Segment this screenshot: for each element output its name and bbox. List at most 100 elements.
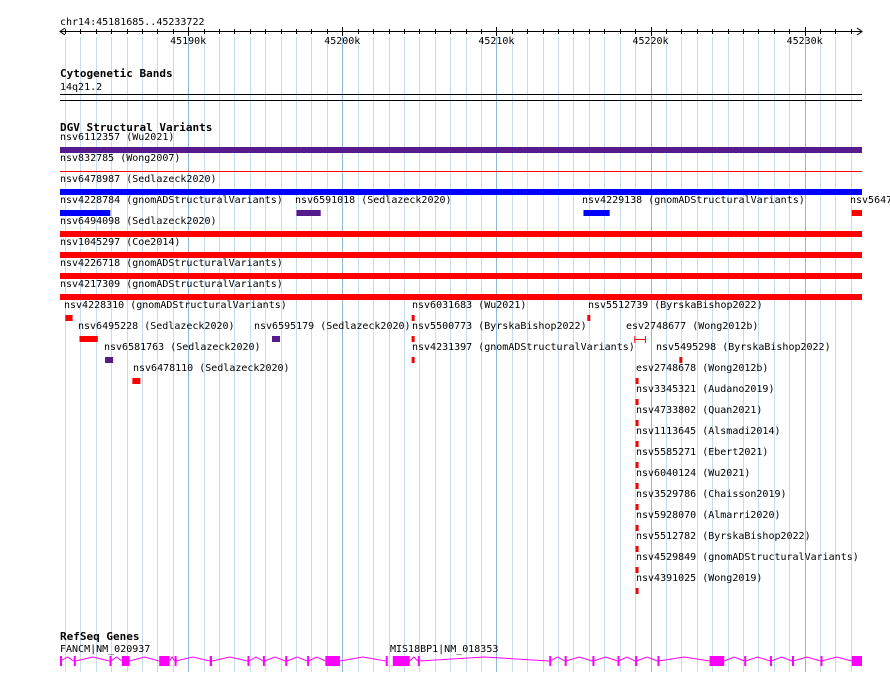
dgv-feature-glyph <box>411 357 415 363</box>
dgv-feature-nsv3345321-audano2019[interactable]: nsv3345321 (Audano2019) <box>635 384 775 405</box>
dgv-feature-nsv832785-wong2007[interactable]: nsv832785 (Wong2007) <box>60 153 862 172</box>
dgv-feature-label: nsv6581763 (Sedlazeck2020) <box>104 342 261 353</box>
dgv-feature-nsv4231397-gnomadstructuralvariants[interactable]: nsv4231397 (gnomADStructuralVariants) <box>411 342 635 363</box>
dgv-feature-nsv6595179-sedlazeck2020[interactable]: nsv6595179 (Sedlazeck2020) <box>254 321 411 342</box>
dgv-feature-nsv5512782-byrskabishop2022[interactable]: nsv5512782 (ByrskaBishop2022) <box>635 531 811 552</box>
dgv-feature-label: nsv3345321 (Audano2019) <box>636 384 774 395</box>
dgv-feature-nsv1045297-coe2014[interactable]: nsv1045297 (Coe2014) <box>60 237 862 258</box>
refseq-intron <box>821 656 852 662</box>
ruler-tick-label: 45220k <box>632 36 668 47</box>
dgv-feature-nsv6494098-sedlazeck2020[interactable]: nsv6494098 (Sedlazeck2020) <box>60 216 862 237</box>
dgv-feature-nsv5512739-byrskabishop2022[interactable]: nsv5512739 (ByrskaBishop2022) <box>587 300 763 321</box>
dgv-feature-label: nsv4226718 (gnomADStructuralVariants) <box>60 258 283 269</box>
dgv-feature-glyph <box>583 210 610 216</box>
refseq-intron <box>286 656 308 662</box>
dgv-structural-variants-track: DGV Structural Variants nsv6112357 (Wu20… <box>60 121 890 594</box>
refseq-track-title: RefSeq Genes <box>60 630 139 643</box>
dgv-feature-label: nsv3529786 (Chaisson2019) <box>636 489 787 500</box>
dgv-feature-label: nsv4228784 (gnomADStructuralVariants) <box>60 195 283 206</box>
ruler-tick-label: 45190k <box>170 36 206 47</box>
refseq-exon <box>592 656 595 666</box>
dgv-feature-label: nsv4228310 (gnomADStructuralVariants) <box>64 300 287 311</box>
dgv-feature-nsv4529849-gnomadstructuralvariants[interactable]: nsv4529849 (gnomADStructuralVariants) <box>635 552 859 573</box>
refseq-exon <box>417 656 420 666</box>
refseq-exon <box>744 656 747 666</box>
refseq-exon <box>209 656 213 666</box>
dgv-feature-glyph <box>587 315 591 321</box>
refseq-intron <box>248 656 264 662</box>
refseq-gene-label: FANCM|NM_020937 <box>60 644 150 655</box>
refseq-intron <box>308 656 326 662</box>
refseq-exon <box>73 656 76 666</box>
dgv-feature-nsv6478987-sedlazeck2020[interactable]: nsv6478987 (Sedlazeck2020) <box>60 174 862 195</box>
refseq-exon <box>549 656 552 666</box>
dgv-feature-label: nsv5500773 (ByrskaBishop2022) <box>412 321 587 332</box>
dgv-feature-label: nsv5512782 (ByrskaBishop2022) <box>636 531 811 542</box>
dgv-feature-nsv5500773-byrskabishop2022[interactable]: nsv5500773 (ByrskaBishop2022) <box>411 321 587 342</box>
refseq-intron <box>618 656 636 662</box>
dgv-feature-nsv4217309-gnomadstructuralvariants[interactable]: nsv4217309 (gnomADStructuralVariants) <box>60 279 862 300</box>
refseq-gene-fancm-nm-020937[interactable]: FANCM|NM_020937 <box>60 644 388 666</box>
dgv-feature-nsv5647[interactable]: nsv5647 <box>850 195 890 216</box>
refseq-intron <box>339 656 386 662</box>
dgv-feature-label: nsv4231397 (gnomADStructuralVariants) <box>412 342 635 353</box>
refseq-intron <box>565 656 593 662</box>
location-label: chr14:45181685..45233722 <box>60 17 205 28</box>
refseq-intron <box>550 656 565 662</box>
dgv-feature-label: nsv4733802 (Quan2021) <box>636 405 762 416</box>
dgv-feature-glyph <box>851 210 862 216</box>
dgv-feature-esv2748677-wong2012b[interactable]: esv2748677 (Wong2012b) <box>626 321 758 343</box>
dgv-feature-glyph <box>296 210 321 216</box>
refseq-intron <box>129 656 160 662</box>
dgv-feature-nsv4229138-gnomadstructuralvariants[interactable]: nsv4229138 (gnomADStructuralVariants) <box>582 195 805 216</box>
dgv-feature-label: nsv6478110 (Sedlazeck2020) <box>133 363 290 374</box>
refseq-exon <box>307 656 310 666</box>
refseq-exon <box>385 656 388 666</box>
genome-canvas: chr14:45181685..45233722 45190k 45200k 452… <box>59 17 890 672</box>
dgv-feature-label: esv2748678 (Wong2012b) <box>636 363 768 374</box>
refseq-exon <box>109 656 112 666</box>
dgv-feature-nsv6495228-sedlazeck2020[interactable]: nsv6495228 (Sedlazeck2020) <box>78 321 235 342</box>
dgv-feature-nsv6031683-wu2021[interactable]: nsv6031683 (Wu2021) <box>411 300 527 321</box>
refseq-intron <box>593 656 618 662</box>
dgv-feature-label: nsv4217309 (gnomADStructuralVariants) <box>60 279 283 290</box>
dgv-feature-label: nsv4391025 (Wong2019) <box>636 573 762 584</box>
dgv-feature-glyph <box>79 336 98 342</box>
refseq-gene-mis18bp1-nm-018353[interactable]: MIS18BP1|NM_018353 <box>390 644 862 666</box>
refseq-exon <box>709 656 725 666</box>
dgv-feature-label: nsv6595179 (Sedlazeck2020) <box>254 321 411 332</box>
dgv-feature-label: nsv5928070 (Almarri2020) <box>636 510 781 521</box>
dgv-feature-label: nsv5585271 (Ebert2021) <box>636 447 768 458</box>
dgv-feature-glyph <box>65 315 73 321</box>
dgv-feature-glyph <box>132 378 141 384</box>
ruler[interactable]: chr14:45181685..45233722 45190k 45200k 452… <box>59 17 863 47</box>
refseq-exon <box>564 656 567 666</box>
dgv-feature-nsv4228784-gnomadstructuralvariants[interactable]: nsv4228784 (gnomADStructuralVariants) <box>60 195 283 216</box>
refseq-intron <box>745 656 771 662</box>
dgv-feature-label: nsv5495298 (ByrskaBishop2022) <box>656 342 831 353</box>
dgv-feature-label: nsv6495228 (Sedlazeck2020) <box>78 321 235 332</box>
refseq-exon <box>769 656 772 666</box>
cytoband-label[interactable]: 14q21.2 <box>60 82 102 93</box>
refseq-intron <box>264 656 286 662</box>
dgv-feature-nsv6040124-wu2021[interactable]: nsv6040124 (Wu2021) <box>635 468 751 489</box>
refseq-exon <box>159 656 170 666</box>
refseq-genes-track: RefSeq Genes FANCM|NM_020937 MIS18BP1|NM_… <box>60 630 862 666</box>
refseq-intron <box>60 656 75 662</box>
dgv-feature-label: nsv832785 (Wong2007) <box>60 153 180 164</box>
cytogenetic-bands-track: Cytogenetic Bands 14q21.2 <box>60 67 862 101</box>
dgv-feature-label: esv2748677 (Wong2012b) <box>626 321 758 332</box>
refseq-intron <box>723 656 745 662</box>
dgv-feature-nsv4228310-gnomadstructuralvariants[interactable]: nsv4228310 (gnomADStructuralVariants) <box>64 300 287 321</box>
dgv-feature-nsv6112357-wu2021[interactable]: nsv6112357 (Wu2021) <box>60 132 862 153</box>
refseq-intron <box>211 656 248 662</box>
dgv-feature-esv2748678-wong2012b[interactable]: esv2748678 (Wong2012b) <box>635 363 769 384</box>
dgv-feature-label: nsv4529849 (gnomADStructuralVariants) <box>636 552 859 563</box>
ruler-tick-label: 45230k <box>787 36 823 47</box>
dgv-feature-nsv4226718-gnomadstructuralvariants[interactable]: nsv4226718 (gnomADStructuralVariants) <box>60 258 862 279</box>
refseq-intron <box>110 656 123 662</box>
dgv-feature-nsv3529786-chaisson2019[interactable]: nsv3529786 (Chaisson2019) <box>635 489 787 510</box>
dgv-feature-nsv5585271-ebert2021[interactable]: nsv5585271 (Ebert2021) <box>635 447 769 468</box>
dgv-feature-label: nsv6040124 (Wu2021) <box>636 468 750 479</box>
ruler-tick-label: 45210k <box>478 36 514 47</box>
